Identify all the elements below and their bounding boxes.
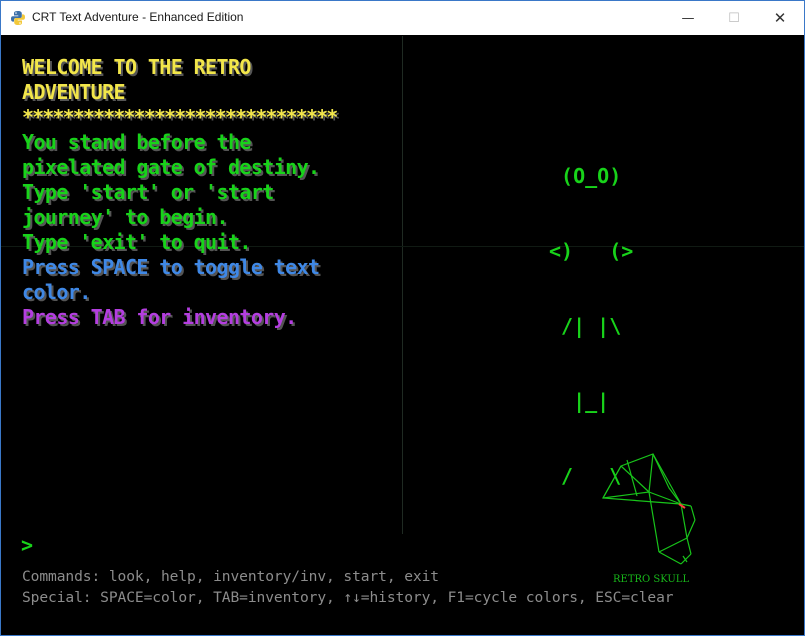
- minimize-button[interactable]: —: [665, 1, 711, 35]
- window-title: CRT Text Adventure - Enhanced Edition: [32, 10, 244, 24]
- divider-vertical: [402, 36, 403, 534]
- output-line: journey' to begin.: [22, 205, 229, 229]
- output-line: Press SPACE to toggle text: [22, 255, 320, 279]
- ascii-line: |_|: [549, 389, 610, 413]
- minimize-icon: —: [681, 10, 695, 26]
- output-line: Type 'exit' to quit.: [22, 230, 251, 254]
- wireframe-skull: [602, 453, 696, 565]
- maximize-button[interactable]: ☐: [711, 1, 757, 35]
- output-line: Press TAB for inventory.: [22, 305, 297, 329]
- app-window: CRT Text Adventure - Enhanced Edition — …: [0, 0, 805, 636]
- output-line: color.: [22, 280, 91, 304]
- output-line: WELCOME TO THE RETRO: [22, 55, 251, 79]
- ascii-line: /| |\: [549, 314, 622, 338]
- output-line: You stand before the: [22, 130, 251, 154]
- help-special: Special: SPACE=color, TAB=inventory, ↑↓=…: [22, 589, 674, 606]
- output-line: Type 'start' or 'start: [22, 180, 274, 204]
- ascii-line: <) (>: [549, 239, 634, 263]
- crt-screen[interactable]: WELCOME TO THE RETRO ADVENTURE *********…: [1, 36, 804, 635]
- skull-label: RETRO SKULL: [613, 574, 690, 585]
- ascii-line: (O_O): [549, 164, 622, 188]
- command-prompt[interactable]: >: [21, 533, 33, 557]
- python-icon: [10, 10, 26, 26]
- output-line: ADVENTURE: [22, 80, 126, 104]
- help-commands: Commands: look, help, inventory/inv, sta…: [22, 568, 439, 585]
- close-icon: ✕: [773, 9, 787, 27]
- output-line: *******************************: [22, 105, 338, 129]
- close-button[interactable]: ✕: [757, 1, 803, 35]
- output-line: pixelated gate of destiny.: [22, 155, 320, 179]
- maximize-icon: ☐: [728, 10, 740, 26]
- title-bar[interactable]: CRT Text Adventure - Enhanced Edition — …: [1, 1, 804, 35]
